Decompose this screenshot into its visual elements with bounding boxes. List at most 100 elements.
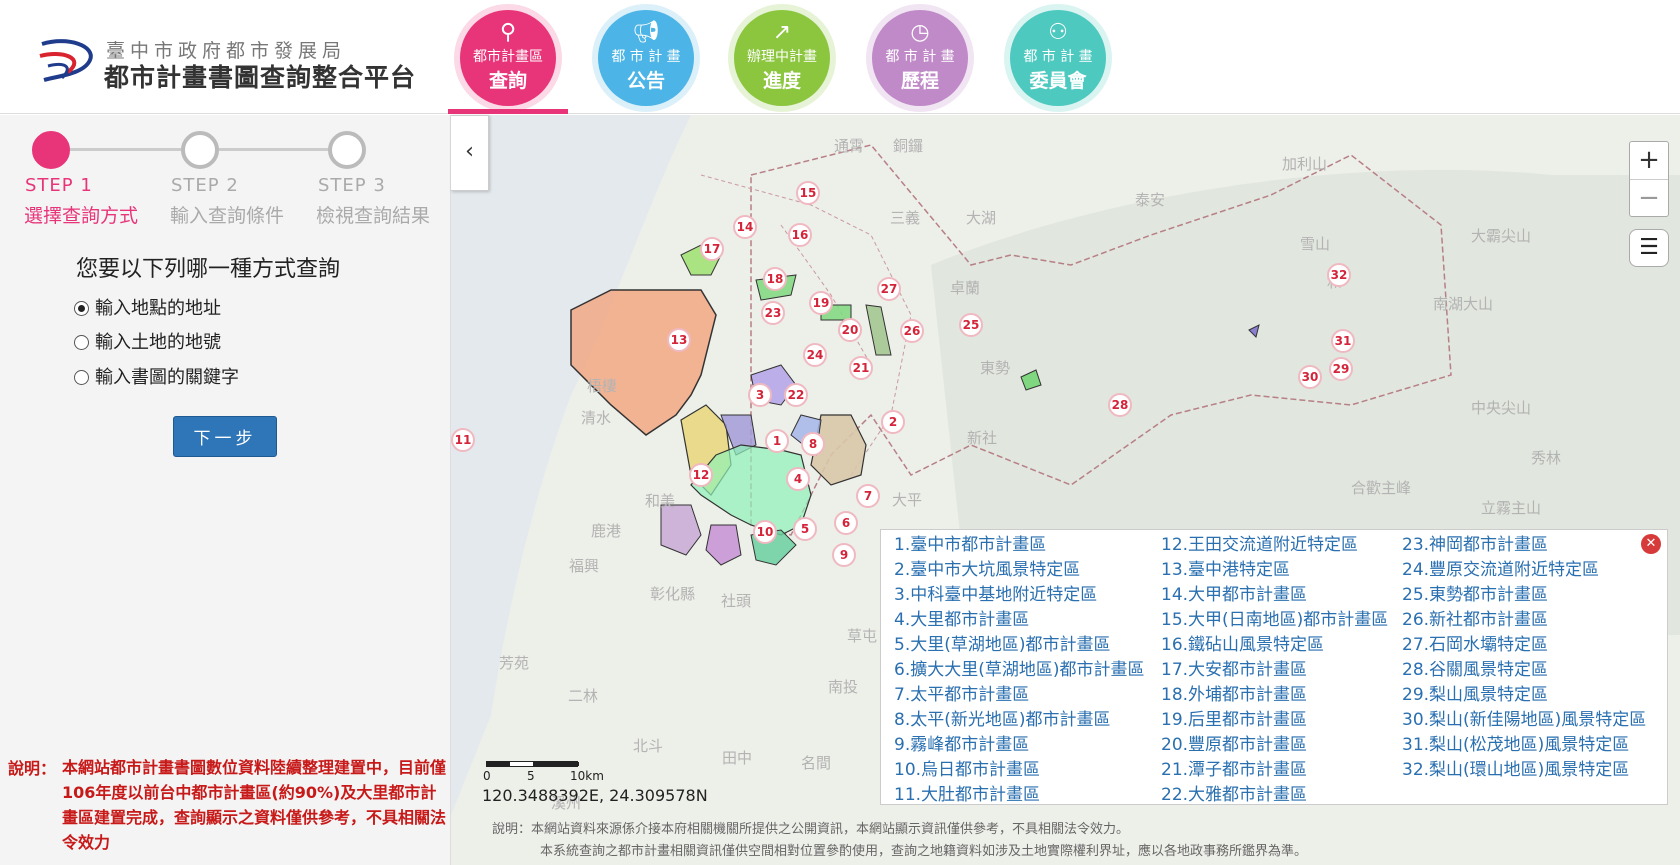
map-marker[interactable]: 7 xyxy=(856,484,880,508)
legend-item[interactable]: 16.鐵砧山風景特定區 xyxy=(1161,633,1388,658)
map-marker[interactable]: 22 xyxy=(784,383,808,407)
map-marker[interactable]: 1 xyxy=(765,429,789,453)
legend-item[interactable]: 15.大甲(日南地區)都市計畫區 xyxy=(1161,608,1388,633)
option-lot-number[interactable]: 輸入土地的地號 xyxy=(74,328,221,354)
legend-item[interactable]: 17.大安都市計畫區 xyxy=(1161,658,1388,683)
legend-item[interactable]: 23.神岡都市計畫區 xyxy=(1402,533,1646,558)
legend-item[interactable]: 7.太平都市計畫區 xyxy=(894,683,1144,708)
legend-item[interactable]: 14.大甲都市計畫區 xyxy=(1161,583,1388,608)
legend-item[interactable]: 9.霧峰都市計畫區 xyxy=(894,733,1144,758)
legend-item[interactable]: 8.太平(新光地區)都市計畫區 xyxy=(894,708,1144,733)
zoom-in-button[interactable]: + xyxy=(1630,142,1668,179)
legend-item[interactable]: 32.梨山(環山地區)風景特定區 xyxy=(1402,758,1646,783)
next-step-button[interactable]: 下一步 xyxy=(173,416,277,457)
clock-icon: ◷ xyxy=(910,20,930,45)
legend-item[interactable]: 27.石岡水壩特定區 xyxy=(1402,633,1646,658)
nav-progress[interactable]: ↗ 辦理中計畫 進度 xyxy=(726,0,838,114)
map-marker[interactable]: 18 xyxy=(763,267,787,291)
legend-item[interactable]: 26.新社都市計畫區 xyxy=(1402,608,1646,633)
legend-item[interactable]: 21.潭子都市計畫區 xyxy=(1161,758,1388,783)
place-label: 社頭 xyxy=(721,592,752,610)
map-marker[interactable]: 30 xyxy=(1298,365,1322,389)
active-tab-indicator xyxy=(448,109,568,114)
map-marker[interactable]: 9 xyxy=(832,543,856,567)
map-marker[interactable]: 29 xyxy=(1329,357,1353,381)
layers-menu-button[interactable]: ☰ xyxy=(1629,229,1669,267)
legend-item[interactable]: 25.東勢都市計畫區 xyxy=(1402,583,1646,608)
map-marker[interactable]: 11 xyxy=(451,428,475,452)
map-marker[interactable]: 14 xyxy=(733,215,757,239)
legend-item[interactable]: 3.中科臺中基地附近特定區 xyxy=(894,583,1144,608)
option-address[interactable]: 輸入地點的地址 xyxy=(74,294,221,320)
map-marker[interactable]: 4 xyxy=(786,467,810,491)
map-marker[interactable]: 26 xyxy=(900,319,924,343)
legend-item[interactable]: 6.擴大大里(草湖地區)都市計畫區 xyxy=(894,658,1144,683)
legend-item[interactable]: 5.大里(草湖地區)都市計畫區 xyxy=(894,633,1144,658)
search-icon: ⚲ xyxy=(499,20,517,45)
radio-lot-number[interactable] xyxy=(74,335,89,350)
place-label: 通霄 xyxy=(834,137,865,155)
place-label: 銅鑼 xyxy=(893,137,924,155)
collapse-sidebar-button[interactable]: ‹ xyxy=(451,115,489,191)
place-label: 東勢 xyxy=(980,359,1011,377)
map-marker[interactable]: 17 xyxy=(700,237,724,261)
map-marker[interactable]: 8 xyxy=(801,432,825,456)
map-marker[interactable]: 32 xyxy=(1327,263,1351,287)
legend-item[interactable]: 31.梨山(松茂地區)風景特定區 xyxy=(1402,733,1646,758)
site-logo[interactable] xyxy=(38,36,100,84)
legend-item[interactable]: 4.大里都市計畫區 xyxy=(894,608,1144,633)
map-marker[interactable]: 31 xyxy=(1331,329,1355,353)
place-label: 合歡主峰 xyxy=(1351,479,1412,497)
legend-item[interactable]: 24.豐原交流道附近特定區 xyxy=(1402,558,1646,583)
legend-item[interactable]: 22.大雅都市計畫區 xyxy=(1161,783,1388,808)
legend-item[interactable]: 19.后里都市計畫區 xyxy=(1161,708,1388,733)
legend-item[interactable]: 2.臺中市大坑風景特定區 xyxy=(894,558,1144,583)
zoom-out-button[interactable]: − xyxy=(1630,179,1668,216)
legend-item[interactable]: 13.臺中港特定區 xyxy=(1161,558,1388,583)
radio-address[interactable] xyxy=(74,301,89,316)
place-label: 草屯 xyxy=(847,627,878,645)
place-label: 名間 xyxy=(801,754,832,772)
place-label: 加利山 xyxy=(1282,155,1328,173)
map-marker[interactable]: 27 xyxy=(877,277,901,301)
place-label: 泰安 xyxy=(1135,191,1166,209)
legend-item[interactable]: 12.王田交流道附近特定區 xyxy=(1161,533,1388,558)
map-marker[interactable]: 23 xyxy=(761,301,785,325)
option-keyword[interactable]: 輸入書圖的關鍵字 xyxy=(74,363,239,389)
site-title[interactable]: 都市計畫書圖查詢整合平台 xyxy=(104,58,416,94)
legend-item[interactable]: 29.梨山風景特定區 xyxy=(1402,683,1646,708)
place-label: 秀林 xyxy=(1531,449,1562,467)
scale-label: 10km xyxy=(570,769,604,783)
nav-query[interactable]: ⚲ 都市計畫區 查詢 xyxy=(448,0,568,114)
map-marker[interactable]: 25 xyxy=(959,313,983,337)
map-marker[interactable]: 10 xyxy=(753,520,777,544)
legend-item[interactable]: 18.外埔都市計畫區 xyxy=(1161,683,1388,708)
radio-keyword[interactable] xyxy=(74,370,89,385)
map-marker[interactable]: 28 xyxy=(1108,393,1132,417)
map-marker[interactable]: 20 xyxy=(838,318,862,342)
legend-item[interactable]: 1.臺中市都市計畫區 xyxy=(894,533,1144,558)
legend-item[interactable]: 28.谷關風景特定區 xyxy=(1402,658,1646,683)
map-marker[interactable]: 5 xyxy=(793,517,817,541)
map-marker[interactable]: 2 xyxy=(881,410,905,434)
map-marker[interactable]: 21 xyxy=(849,356,873,380)
map-marker[interactable]: 13 xyxy=(667,328,691,352)
legend-item[interactable]: 30.梨山(新佳陽地區)風景特定區 xyxy=(1402,708,1646,733)
nav-history[interactable]: ◷ 都 市 計 畫 歷程 xyxy=(864,0,976,114)
map-marker[interactable]: 15 xyxy=(796,181,820,205)
legend-item[interactable]: 11.大肚都市計畫區 xyxy=(894,783,1144,808)
map-marker[interactable]: 12 xyxy=(689,463,713,487)
map-marker[interactable]: 16 xyxy=(788,223,812,247)
legend-item[interactable]: 10.烏日都市計畫區 xyxy=(894,758,1144,783)
close-legend-button[interactable]: ✕ xyxy=(1641,534,1661,554)
place-label: 卓蘭 xyxy=(950,279,981,297)
nav-announcement[interactable]: 📢︎ 都 市 計 畫 公告 xyxy=(590,0,702,114)
map-marker[interactable]: 19 xyxy=(809,291,833,315)
map-marker[interactable]: 3 xyxy=(748,383,772,407)
legend-column-3: 23.神岡都市計畫區 24.豐原交流道附近特定區 25.東勢都市計畫區 26.新… xyxy=(1402,533,1646,783)
legend-item[interactable]: 20.豐原都市計畫區 xyxy=(1161,733,1388,758)
map-marker[interactable]: 6 xyxy=(834,511,858,535)
nav-committee[interactable]: ⚇ 都 市 計 畫 委員會 xyxy=(1002,0,1114,114)
place-label: 大平 xyxy=(892,491,923,509)
map-marker[interactable]: 24 xyxy=(803,343,827,367)
